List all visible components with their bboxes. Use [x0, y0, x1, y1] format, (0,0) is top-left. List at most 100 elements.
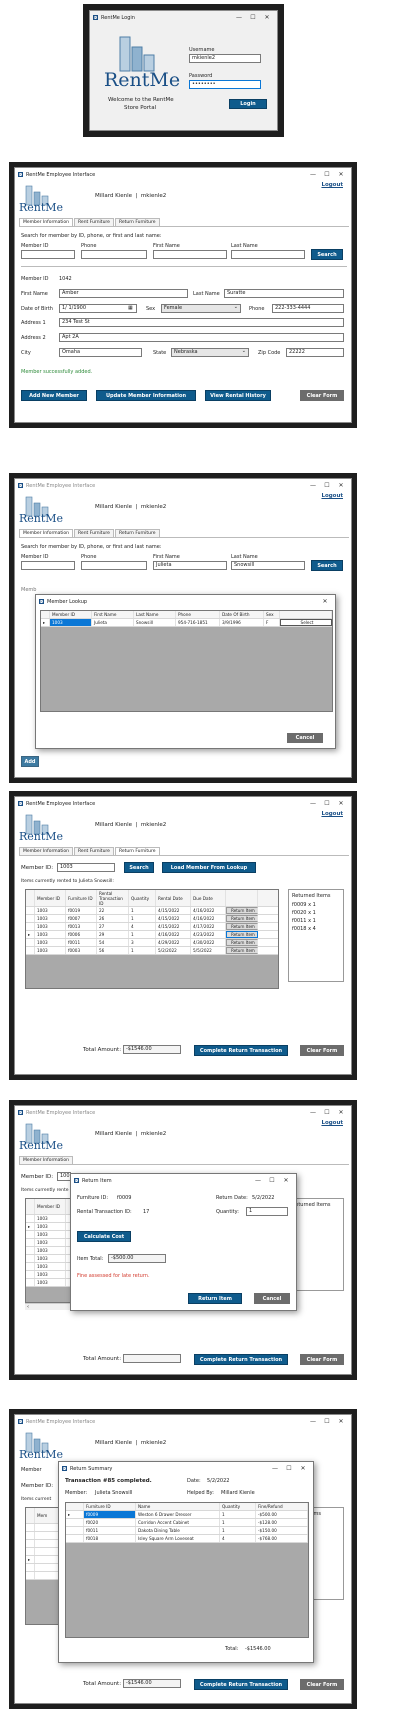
update-member-button[interactable]: Update Member Information	[96, 390, 196, 401]
maximize-icon[interactable]: ☐	[320, 1418, 334, 1425]
cell-furniture[interactable]: f0006	[66, 931, 97, 938]
cell-member[interactable]: 1003	[35, 915, 66, 922]
address1-input[interactable]: 234 Test St	[59, 318, 344, 327]
zip-input[interactable]: 22222	[286, 348, 344, 357]
cell-rtid[interactable]: 27	[97, 923, 129, 930]
search-last-name-input[interactable]	[231, 250, 305, 259]
cell-rtid[interactable]: 54	[97, 939, 129, 946]
return-item-button[interactable]: Return Item	[226, 907, 258, 914]
close-icon[interactable]: ✕	[296, 1465, 310, 1472]
cell-rental-date[interactable]: 4/15/2022	[156, 915, 191, 922]
view-rental-history-button[interactable]: View Rental History	[205, 390, 271, 401]
minimize-icon[interactable]: —	[232, 14, 246, 21]
cell-qty[interactable]: 1	[129, 915, 156, 922]
cell-quantity[interactable]: 1	[220, 1527, 256, 1534]
cell-rental-date[interactable]: 5/2/2022	[156, 947, 191, 954]
table-row[interactable]: 1003 f0019 22 1 4/15/2022 4/16/2022 Retu…	[26, 907, 278, 915]
maximize-icon[interactable]: ☐	[320, 482, 334, 489]
clear-form-button[interactable]: Clear Form	[300, 1354, 344, 1365]
tab-member-information[interactable]: Member Information	[19, 847, 73, 855]
search-phone-input[interactable]	[81, 561, 147, 570]
cell-phone[interactable]: 954-716-1851	[176, 619, 220, 626]
cell-member[interactable]: 1003	[35, 907, 66, 914]
logout-link[interactable]: Logout	[321, 1120, 343, 1126]
close-icon[interactable]: ✕	[334, 1418, 348, 1425]
minimize-icon[interactable]: —	[306, 482, 320, 489]
table-row[interactable]: f0011 Dakota Dining Table 1 -$150.00	[66, 1527, 308, 1535]
clear-form-button[interactable]: Clear Form	[300, 1045, 344, 1056]
table-row[interactable]: f0020 Corridon Accent Cabinet 1 -$128.00	[66, 1519, 308, 1527]
close-icon[interactable]: ✕	[334, 171, 348, 178]
cell-member[interactable]: 1003	[35, 939, 66, 946]
maximize-icon[interactable]: ☐	[282, 1465, 296, 1472]
search-button[interactable]: Search	[124, 862, 154, 873]
cell-member[interactable]: 1003	[35, 931, 66, 938]
first-name-input[interactable]: Amber	[59, 289, 188, 298]
cell-amount[interactable]: -$768.00	[256, 1535, 308, 1542]
cell-quantity[interactable]: 4	[220, 1535, 256, 1542]
cell-due-date[interactable]: 4/17/2022	[191, 923, 226, 930]
cell-due-date[interactable]: 4/16/2022	[191, 915, 226, 922]
cell-qty[interactable]: 1	[129, 947, 156, 954]
minimize-icon[interactable]: —	[306, 1109, 320, 1116]
cell-furniture[interactable]: f0019	[66, 907, 97, 914]
member-id-input[interactable]: 100	[57, 1172, 71, 1181]
table-row[interactable]: 1003 f0007 26 1 4/15/2022 4/16/2022 Retu…	[26, 915, 278, 923]
cell-furniture-id[interactable]: f0009	[84, 1511, 136, 1518]
table-row[interactable]: 1003 f0003 56 1 5/2/2022 5/5/2022 Return…	[26, 947, 278, 955]
address2-input[interactable]: Apt 2A	[59, 333, 344, 342]
table-row[interactable]: 1003 f0011 54 3 4/29/2022 4/30/2022 Retu…	[26, 939, 278, 947]
maximize-icon[interactable]: ☐	[265, 1177, 279, 1184]
cell-furniture[interactable]: f0013	[66, 923, 97, 930]
tab-return-furniture[interactable]: Return Furniture	[114, 529, 160, 537]
cell-quantity[interactable]: 1	[220, 1519, 256, 1526]
phone-input[interactable]: 222-333-4444	[272, 304, 344, 313]
cancel-button[interactable]: Cancel	[287, 733, 323, 743]
cell-last-name[interactable]: Snowsill	[134, 619, 176, 626]
calculate-cost-button[interactable]: Calculate Cost	[77, 1231, 131, 1242]
cell-rental-date[interactable]: 4/29/2022	[156, 939, 191, 946]
return-item-button[interactable]: Return Item	[226, 915, 258, 922]
cell-furniture-id[interactable]: f0020	[84, 1519, 136, 1526]
minimize-icon[interactable]: —	[306, 171, 320, 178]
clear-form-button[interactable]: Clear Form	[300, 390, 344, 401]
load-member-button[interactable]: Load Member From Lookup	[162, 862, 256, 873]
calendar-icon[interactable]: ▦	[128, 305, 133, 311]
cell-furniture[interactable]: f0007	[66, 915, 97, 922]
maximize-icon[interactable]: ☐	[320, 171, 334, 178]
password-input[interactable]: ••••••••	[189, 80, 261, 89]
login-button[interactable]: Login	[229, 99, 267, 109]
maximize-icon[interactable]: ☐	[320, 1109, 334, 1116]
table-row[interactable]: ▸ 1003 f0006 29 1 4/16/2022 4/23/2022 Re…	[26, 931, 278, 939]
return-item-button[interactable]: Return Item	[226, 939, 258, 946]
close-icon[interactable]: ✕	[260, 14, 274, 21]
return-item-button[interactable]: Return Item	[226, 923, 258, 930]
minimize-icon[interactable]: —	[251, 1177, 265, 1184]
complete-return-button[interactable]: Complete Return Transaction	[194, 1045, 288, 1056]
logout-link[interactable]: Logout	[321, 811, 343, 817]
cell-due-date[interactable]: 4/23/2022	[191, 931, 226, 938]
search-button[interactable]: Search	[311, 249, 343, 260]
return-item-button[interactable]: Return Item	[226, 947, 258, 954]
minimize-icon[interactable]: —	[306, 1418, 320, 1425]
minimize-icon[interactable]: —	[306, 800, 320, 807]
scroll-left-icon[interactable]: ‹	[27, 1304, 29, 1310]
cell-qty[interactable]: 1	[129, 931, 156, 938]
cell-rtid[interactable]: 56	[97, 947, 129, 954]
search-button[interactable]: Search	[311, 560, 343, 571]
cell-amount[interactable]: -$128.00	[256, 1519, 308, 1526]
minimize-icon[interactable]: —	[268, 1465, 282, 1472]
cell-qty[interactable]: 3	[129, 939, 156, 946]
cell-qty[interactable]: 4	[129, 923, 156, 930]
cell-amount[interactable]: -$500.00	[256, 1511, 308, 1518]
return-item-button[interactable]: Return Item	[188, 1293, 242, 1304]
tab-rent-furniture[interactable]: Rent Furniture	[74, 529, 114, 537]
close-icon[interactable]: ✕	[334, 482, 348, 489]
tab-rent-furniture[interactable]: Rent Furniture	[74, 847, 114, 855]
cell-name[interactable]: Corridon Accent Cabinet	[136, 1519, 220, 1526]
search-member-id-input[interactable]	[21, 250, 75, 259]
close-icon[interactable]: ✕	[279, 1177, 293, 1184]
tab-member-information[interactable]: Member Information	[19, 218, 73, 226]
cell-due-date[interactable]: 4/16/2022	[191, 907, 226, 914]
quantity-input[interactable]: 1	[246, 1207, 288, 1216]
